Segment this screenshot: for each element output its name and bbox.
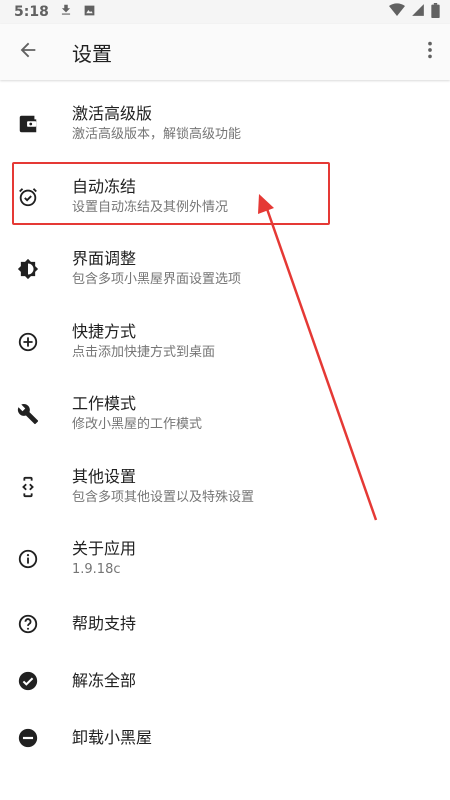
settings-item-other[interactable]: 其他设置 包含多项其他设置以及特殊设置 — [0, 451, 450, 524]
settings-item-title: 解冻全部 — [72, 671, 137, 690]
more-vert-icon — [419, 39, 441, 65]
app-bar: 设置 — [0, 24, 450, 80]
settings-item-subtitle: 1.9.18c — [72, 562, 121, 578]
settings-item-interface[interactable]: 界面调整 包含多项小黑屋界面设置选项 — [0, 233, 450, 306]
wifi-icon — [389, 3, 405, 21]
settings-item-activate-premium[interactable]: 激活高级版 激活高级版本，解锁高级功能 — [0, 88, 450, 161]
settings-item-subtitle: 修改小黑屋的工作模式 — [72, 417, 203, 433]
settings-item-uninstall[interactable]: 卸载小黑屋 — [0, 710, 450, 767]
settings-item-title: 界面调整 — [72, 249, 137, 269]
wrench-icon — [17, 403, 39, 425]
page-title: 设置 — [72, 41, 112, 66]
settings-item-work-mode[interactable]: 工作模式 修改小黑屋的工作模式 — [0, 378, 450, 451]
settings-item-subtitle: 设置自动冻结及其例外情况 — [72, 199, 229, 215]
brightness-icon — [17, 258, 39, 280]
help-icon — [17, 613, 39, 635]
remove-circle-icon — [17, 727, 39, 749]
settings-item-title: 关于应用 — [72, 539, 137, 559]
settings-item-title: 工作模式 — [72, 394, 137, 414]
settings-item-subtitle: 包含多项其他设置以及特殊设置 — [72, 489, 255, 505]
settings-item-subtitle: 点击添加快捷方式到桌面 — [72, 344, 216, 360]
settings-item-title: 激活高级版 — [72, 104, 153, 124]
add-circle-icon — [17, 331, 39, 353]
settings-item-title: 卸载小黑屋 — [72, 728, 153, 747]
back-button[interactable] — [0, 39, 56, 65]
arrow-back-icon — [17, 39, 39, 65]
wallet-icon — [17, 113, 39, 135]
download-icon — [59, 3, 73, 21]
settings-item-subtitle: 激活高级版本，解锁高级功能 — [72, 127, 242, 143]
settings-item-title: 其他设置 — [72, 466, 137, 486]
overflow-menu-button[interactable] — [410, 39, 450, 65]
settings-item-about[interactable]: 关于应用 1.9.18c — [0, 523, 450, 596]
settings-item-title: 帮助支持 — [72, 614, 137, 633]
developer-mode-icon — [17, 476, 39, 498]
status-time: 5:18 — [14, 4, 49, 20]
battery-icon — [431, 2, 440, 22]
status-bar: 5:18 — [0, 0, 450, 24]
settings-item-title: 自动冻结 — [72, 176, 137, 196]
settings-item-title: 快捷方式 — [72, 321, 137, 341]
info-icon — [17, 548, 39, 570]
settings-list: 激活高级版 激活高级版本，解锁高级功能 自动冻结 设置自动冻结及其例外情况 界面… — [0, 88, 450, 767]
settings-item-auto-freeze[interactable]: 自动冻结 设置自动冻结及其例外情况 — [0, 161, 450, 234]
settings-item-unfreeze-all[interactable]: 解冻全部 — [0, 653, 450, 710]
settings-item-subtitle: 包含多项小黑屋界面设置选项 — [72, 272, 242, 288]
signal-icon — [411, 3, 425, 21]
alarm-check-icon — [17, 186, 39, 208]
settings-item-shortcut[interactable]: 快捷方式 点击添加快捷方式到桌面 — [0, 306, 450, 379]
settings-item-help[interactable]: 帮助支持 — [0, 596, 450, 653]
photo-icon — [83, 4, 96, 21]
check-circle-icon — [17, 670, 39, 692]
